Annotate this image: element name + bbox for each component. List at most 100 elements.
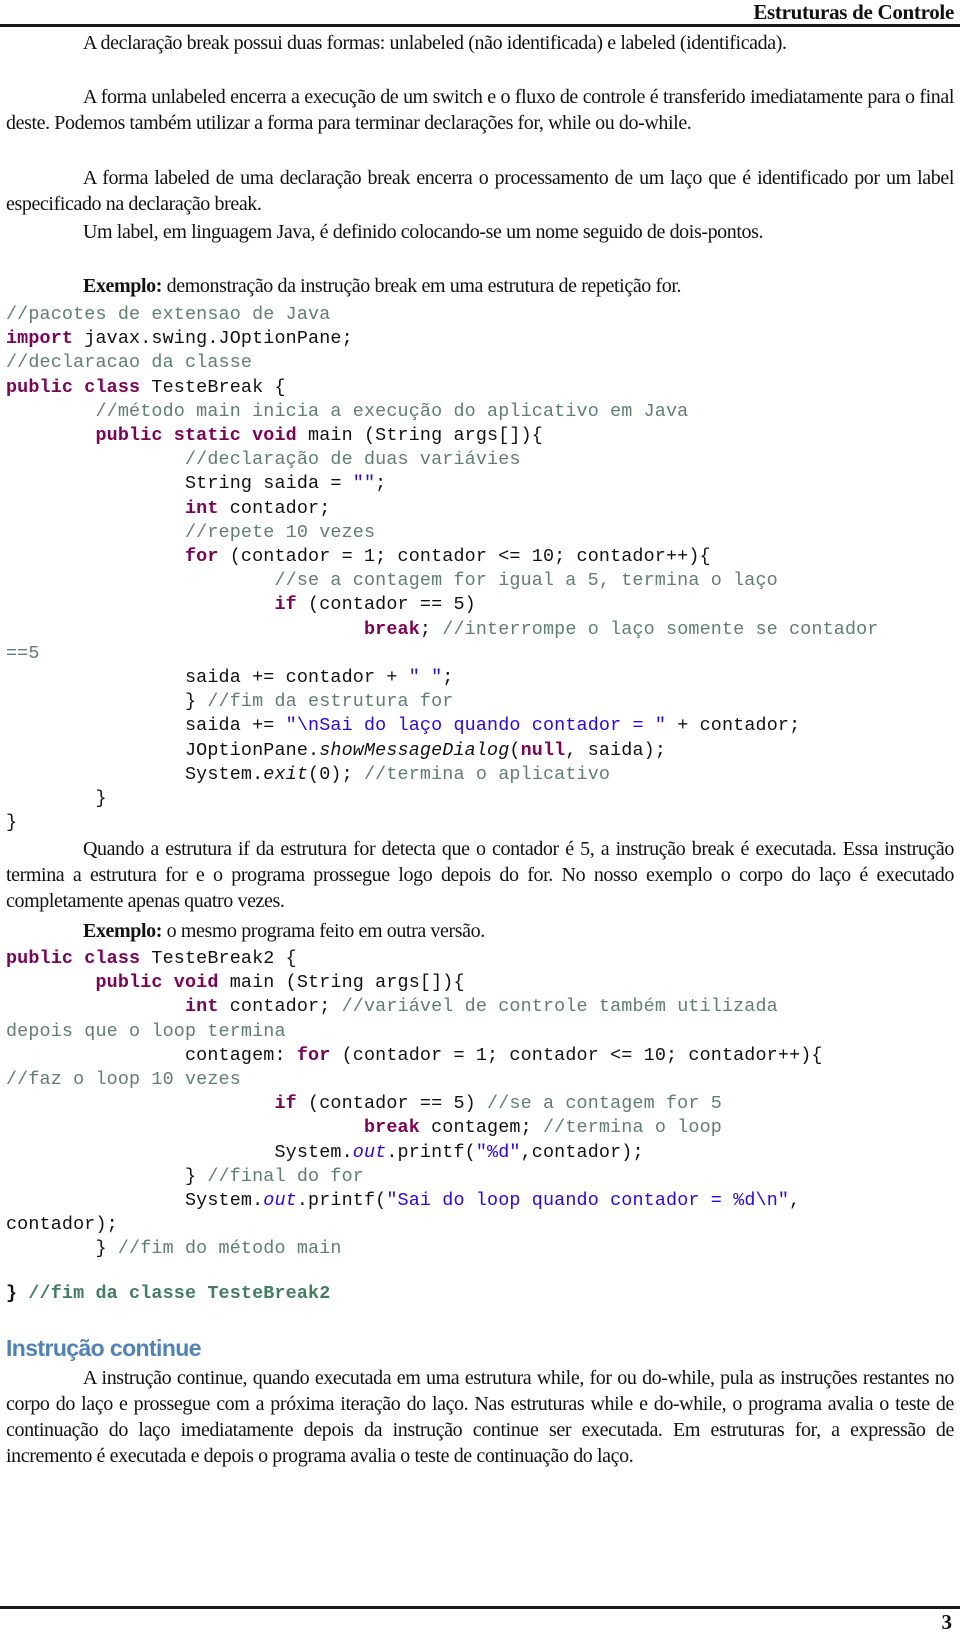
example-1-caption: Exemplo: demonstração da instrução break… — [6, 273, 954, 299]
code-comment: //declaração de duas variávies — [184, 449, 521, 471]
code-text: .printf( — [386, 1141, 476, 1163]
code-comment: //fim do método main — [117, 1238, 342, 1260]
code-comment: //final do for — [207, 1165, 364, 1187]
code-keyword: int — [184, 497, 219, 519]
paragraph-text: A forma labeled de uma declaração break … — [6, 167, 954, 215]
code-text: ; — [442, 667, 454, 689]
code-text: } — [6, 1283, 29, 1304]
code-method: showMessageDialog — [319, 739, 510, 761]
paragraph-text: Quando a estrutura if da estrutura for d… — [6, 838, 954, 912]
code-string: "" — [352, 473, 376, 495]
code-string: " " — [408, 667, 443, 689]
paragraph-labeled: A forma labeled de uma declaração break … — [6, 165, 954, 217]
code-comment: //fim da estrutura for — [207, 691, 454, 713]
code-text: (contador == 5) — [296, 1093, 488, 1115]
example-label: Exemplo: — [83, 920, 163, 942]
running-header-title: Estruturas de Controle — [753, 0, 954, 24]
code-comment: //termina o aplicativo — [363, 763, 611, 785]
code-text: } — [95, 788, 107, 810]
code-keyword: for — [296, 1044, 331, 1066]
code-block-testebreak: //pacotes de extensao de Java import jav… — [6, 303, 879, 835]
code-text: } — [95, 1238, 118, 1260]
code-string: "\nSai do laço quando contador = " — [285, 715, 667, 737]
code-keyword: public class — [6, 376, 141, 398]
code-text: (0); — [308, 763, 364, 785]
code-comment: //interrompe o laço somente se contador — [442, 618, 879, 640]
code-comment: //se a contagem for igual a 5, termina o… — [274, 570, 778, 592]
code-text: (contador == 5) — [296, 594, 476, 616]
code-text: main (String args[]){ — [218, 972, 465, 994]
code-comment: depois que o loop termina — [6, 1020, 286, 1042]
code-keyword: if — [274, 594, 297, 616]
code-field: out — [352, 1141, 387, 1163]
code-text: System. — [184, 1190, 264, 1212]
code-text: String saida = — [184, 473, 353, 495]
section-heading-continue: Instrução continue — [6, 1335, 202, 1361]
code-text: , — [789, 1190, 801, 1212]
paragraph-text: A instrução continue, quando executada e… — [6, 1367, 954, 1467]
paragraph-text: Um label, em linguagem Java, é definido … — [83, 221, 764, 243]
code-comment: //repete 10 vezes — [184, 521, 376, 543]
paragraph-continue: A instrução continue, quando executada e… — [6, 1365, 954, 1469]
header-rule — [0, 24, 960, 27]
footer-rule — [0, 1606, 960, 1609]
code-text: TesteBreak { — [140, 376, 286, 398]
code-text: + contador; — [666, 715, 801, 737]
code-text: (contador = 1; contador <= 10; contador+… — [330, 1044, 823, 1066]
code-string: "Sai do loop quando contador = %d\n" — [386, 1190, 790, 1212]
code-method: exit — [263, 763, 309, 785]
code-keyword: break — [363, 1117, 420, 1139]
code-text: contagem: — [184, 1044, 297, 1066]
code-keyword: public class — [6, 948, 141, 969]
code-text: main (String args[]){ — [296, 425, 543, 447]
code-text: saida += contador + — [184, 667, 409, 689]
code-comment: //variável de controle também utilizada — [341, 996, 778, 1018]
code-block-testebreak2: public class TesteBreak2 { public void m… — [6, 947, 823, 1262]
code-comment: //termina o loop — [542, 1117, 722, 1139]
code-text: System. — [274, 1141, 353, 1163]
code-text: contagem; — [419, 1117, 543, 1139]
code-text: ,contador); — [520, 1141, 644, 1163]
paragraph-break-forms: A declaração break possui duas formas: u… — [6, 30, 954, 56]
code-field: out — [263, 1190, 297, 1212]
code-string: "%d" — [475, 1141, 521, 1163]
code-comment: //método main inicia a execução do aplic… — [95, 400, 689, 422]
code-text: contador; — [218, 497, 331, 519]
code-text: contador); — [6, 1214, 118, 1236]
code-keyword: public static void — [95, 425, 297, 447]
code-comment: //faz o loop 10 vezes — [6, 1069, 241, 1091]
code-text: ( — [509, 739, 521, 761]
code-text: } — [184, 1165, 208, 1187]
code-keyword: public void — [95, 972, 219, 994]
paragraph-explanation: Quando a estrutura if da estrutura for d… — [6, 836, 954, 914]
example-text: demonstração da instrução break em uma e… — [162, 275, 682, 297]
code-text: TesteBreak2 { — [140, 948, 297, 969]
code-text: } — [6, 812, 18, 834]
code-text: .printf( — [296, 1190, 387, 1212]
code-text: saida += — [184, 715, 286, 737]
code-block-class-end: } //fim da classe TesteBreak2 — [6, 1282, 330, 1306]
code-keyword: int — [184, 996, 219, 1018]
code-text: ; — [419, 618, 443, 640]
code-keyword: if — [274, 1093, 297, 1115]
code-text: ; — [375, 473, 387, 495]
paragraph-text: A forma unlabeled encerra a execução de … — [6, 86, 954, 134]
code-keyword: null — [520, 739, 566, 761]
code-keyword: import — [6, 328, 74, 350]
paragraph-unlabeled: A forma unlabeled encerra a execução de … — [6, 84, 954, 136]
code-text: , saida); — [565, 739, 667, 761]
code-text: } — [184, 691, 208, 713]
example-2-caption: Exemplo: o mesmo programa feito em outra… — [6, 918, 954, 944]
code-comment: //declaracao da classe — [6, 352, 253, 374]
code-comment: //pacotes de extensao de Java — [6, 304, 331, 325]
paragraph-text: A declaração break possui duas formas: u… — [83, 32, 787, 54]
code-text: contador; — [218, 996, 342, 1018]
code-keyword: break — [363, 618, 420, 640]
code-text: JOptionPane. — [184, 739, 320, 761]
code-text: javax.swing.JOptionPane; — [73, 328, 353, 350]
page-number: 3 — [941, 1610, 953, 1634]
code-comment: //se a contagem for 5 — [487, 1093, 722, 1115]
example-text: o mesmo programa feito em outra versão. — [162, 920, 486, 942]
code-text: System. — [184, 763, 264, 785]
code-comment: ==5 — [6, 642, 40, 664]
